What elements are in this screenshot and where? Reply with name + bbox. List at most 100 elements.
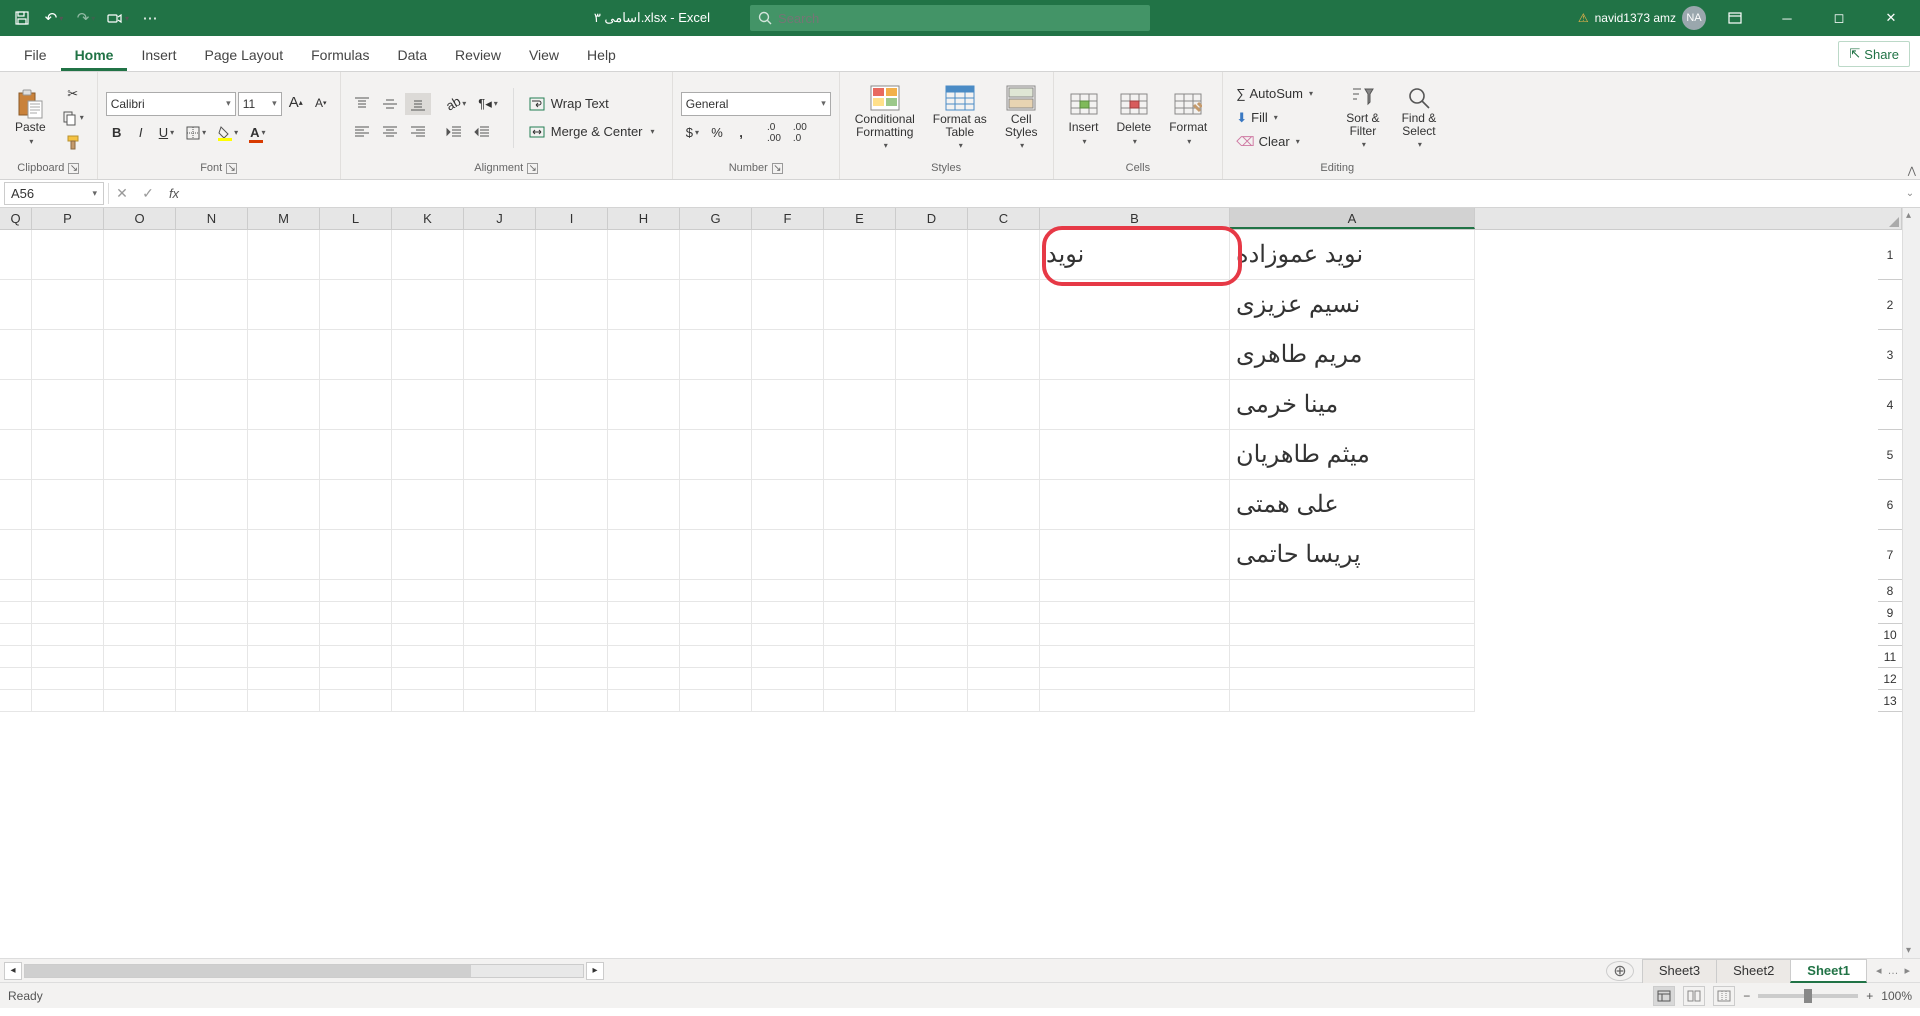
cell[interactable]	[0, 602, 32, 624]
cell[interactable]	[968, 646, 1040, 668]
cell[interactable]	[32, 580, 104, 602]
cell[interactable]	[752, 602, 824, 624]
cell[interactable]	[248, 380, 320, 430]
cell[interactable]	[536, 480, 608, 530]
orientation-button[interactable]: ab▾	[441, 93, 471, 115]
search-input[interactable]	[778, 11, 1142, 26]
row-header[interactable]: 4	[1878, 380, 1902, 430]
increase-indent-button[interactable]	[469, 121, 495, 143]
cell[interactable]	[1040, 580, 1230, 602]
cell[interactable]	[824, 380, 896, 430]
cell[interactable]	[104, 280, 176, 330]
cell[interactable]	[392, 646, 464, 668]
tab-help[interactable]: Help	[573, 41, 630, 71]
cell[interactable]	[752, 430, 824, 480]
underline-button[interactable]: U▾	[154, 122, 179, 144]
cell[interactable]	[896, 530, 968, 580]
cell[interactable]	[1230, 602, 1475, 624]
cell[interactable]	[896, 624, 968, 646]
font-size-combo[interactable]: 11▾	[238, 92, 282, 116]
cell[interactable]	[896, 580, 968, 602]
cell[interactable]	[680, 280, 752, 330]
cell[interactable]	[896, 280, 968, 330]
clipboard-launcher-icon[interactable]: ↘	[68, 163, 79, 174]
cell[interactable]	[320, 380, 392, 430]
cell[interactable]	[320, 430, 392, 480]
cell[interactable]	[464, 580, 536, 602]
cell[interactable]	[32, 668, 104, 690]
cell[interactable]	[104, 624, 176, 646]
cell[interactable]	[0, 430, 32, 480]
cell[interactable]	[104, 668, 176, 690]
cell[interactable]	[824, 280, 896, 330]
cell[interactable]	[824, 430, 896, 480]
cell[interactable]: نوید	[1040, 230, 1230, 280]
cell[interactable]	[896, 430, 968, 480]
normal-view-button[interactable]	[1653, 986, 1675, 1006]
clear-button[interactable]: ⌫Clear▾	[1231, 131, 1331, 153]
column-header-A[interactable]: A	[1230, 208, 1475, 229]
format-as-table-button[interactable]: Format as Table▾	[926, 82, 994, 154]
cell[interactable]	[680, 668, 752, 690]
cell[interactable]	[32, 480, 104, 530]
cell[interactable]	[176, 580, 248, 602]
cell[interactable]	[824, 668, 896, 690]
cell[interactable]	[0, 530, 32, 580]
format-painter-button[interactable]	[57, 131, 89, 153]
cell[interactable]	[896, 646, 968, 668]
cell[interactable]	[968, 690, 1040, 712]
cell[interactable]	[392, 430, 464, 480]
cell[interactable]	[608, 230, 680, 280]
cell[interactable]	[248, 580, 320, 602]
cell[interactable]	[968, 380, 1040, 430]
cell[interactable]	[32, 280, 104, 330]
tab-formulas[interactable]: Formulas	[297, 41, 383, 71]
page-layout-view-button[interactable]	[1683, 986, 1705, 1006]
wrap-text-button[interactable]: Wrap Text	[524, 93, 644, 115]
column-header-H[interactable]: H	[608, 208, 680, 229]
cell[interactable]	[536, 530, 608, 580]
row-header[interactable]: 1	[1878, 230, 1902, 280]
cell[interactable]	[536, 280, 608, 330]
cell[interactable]: نسیم عزیزی	[1230, 280, 1475, 330]
cell[interactable]	[392, 580, 464, 602]
column-header-G[interactable]: G	[680, 208, 752, 229]
cell[interactable]	[1230, 580, 1475, 602]
increase-font-button[interactable]: A▴	[284, 92, 308, 114]
column-header-M[interactable]: M	[248, 208, 320, 229]
cell[interactable]	[608, 430, 680, 480]
cell[interactable]	[248, 230, 320, 280]
cell[interactable]	[824, 530, 896, 580]
column-header-F[interactable]: F	[752, 208, 824, 229]
cell[interactable]	[464, 480, 536, 530]
cell[interactable]	[1040, 624, 1230, 646]
cell[interactable]	[320, 480, 392, 530]
row-header[interactable]: 13	[1878, 690, 1902, 712]
number-launcher-icon[interactable]: ↘	[772, 163, 783, 174]
scroll-right-icon[interactable]: ▸	[586, 962, 604, 980]
cell[interactable]	[1040, 602, 1230, 624]
cell[interactable]	[680, 530, 752, 580]
cell[interactable]	[1230, 690, 1475, 712]
cell[interactable]	[752, 330, 824, 380]
italic-button[interactable]: I	[130, 122, 152, 144]
minimize-button[interactable]: ─	[1764, 2, 1810, 34]
insert-function-icon[interactable]: fx	[161, 180, 187, 207]
cell[interactable]	[104, 480, 176, 530]
cell[interactable]	[536, 646, 608, 668]
cell[interactable]	[248, 330, 320, 380]
cell[interactable]	[392, 330, 464, 380]
autosum-button[interactable]: ∑AutoSum▾	[1231, 83, 1331, 105]
cell[interactable]	[0, 690, 32, 712]
row-header[interactable]: 6	[1878, 480, 1902, 530]
cell[interactable]	[608, 668, 680, 690]
cell[interactable]	[464, 646, 536, 668]
cell[interactable]: مینا خرمی	[1230, 380, 1475, 430]
sort-filter-button[interactable]: Sort & Filter▾	[1339, 82, 1386, 154]
cell[interactable]	[608, 624, 680, 646]
zoom-in-button[interactable]: +	[1866, 989, 1873, 1003]
column-header-J[interactable]: J	[464, 208, 536, 229]
cell[interactable]	[1230, 624, 1475, 646]
cell[interactable]	[1230, 646, 1475, 668]
sheet-nav-prev-icon[interactable]: ◂	[1874, 962, 1884, 979]
